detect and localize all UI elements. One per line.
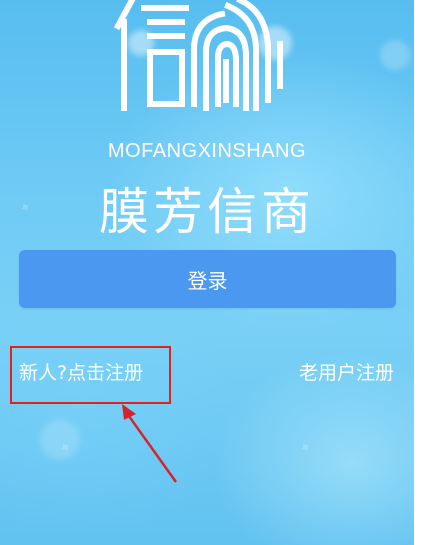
brand-english-name: MOFANGXINSHANG: [107, 140, 307, 162]
annotation-highlight-box: [10, 346, 171, 404]
bokeh-light: [40, 420, 80, 460]
page-margin: [414, 0, 428, 545]
login-screen: ✦ ✦ ✦ ✦ ✦ ✦ MOFANGXINSHANG 膜芳信商 登录 新人?点击…: [0, 0, 414, 545]
brand-chinese-name: 膜芳信商: [99, 183, 315, 241]
arrow-up-left-icon: [122, 404, 178, 483]
fingerprint-xin-logo-icon: [113, 0, 283, 111]
existing-user-register-link[interactable]: 老用户注册: [299, 358, 394, 385]
login-button[interactable]: 登录: [19, 250, 396, 308]
bokeh-light: [380, 40, 410, 70]
watermark: ✦: [296, 438, 315, 458]
